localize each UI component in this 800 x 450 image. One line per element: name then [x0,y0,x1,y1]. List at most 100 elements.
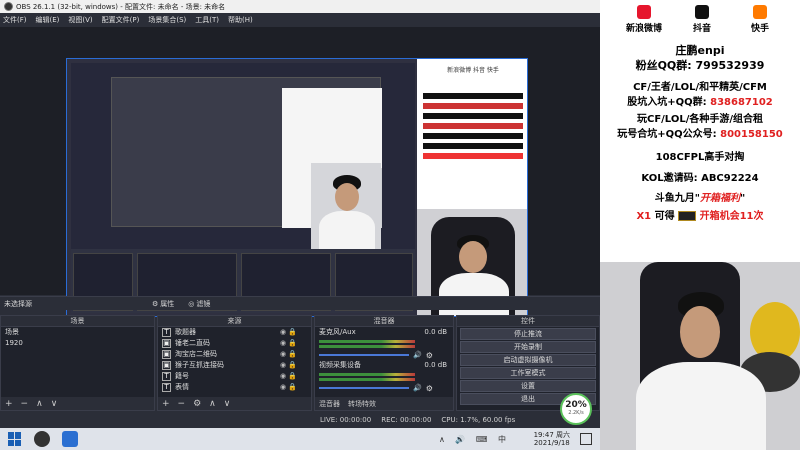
volume-slider[interactable] [319,354,409,356]
move-down-icon[interactable]: ∨ [224,399,231,409]
eye-icon[interactable]: ◉ 🔒 [280,360,297,371]
image-source-icon: ▣ [162,361,171,370]
menu-view[interactable]: 视图(V) [68,15,92,25]
move-up-icon[interactable]: ∧ [209,399,216,409]
streamer-name: 庄鹏enpi [675,44,725,57]
filters-button[interactable]: 滤镜 [196,299,210,309]
overlay-line-3: 玩CF/LOL/各种手游/组合租 [636,114,763,125]
eye-icon[interactable]: ◉ 🔒 [280,371,297,382]
title-bar: OBS 26.1.1 (32-bit, windows) - 配置文件: 未命名… [0,0,600,13]
stop-streaming-button[interactable]: 停止推流 [460,328,596,340]
app-taskbar-icon[interactable] [62,431,78,447]
obs-window: OBS 26.1.1 (32-bit, windows) - 配置文件: 未命名… [0,0,600,428]
audio-meter [319,340,415,343]
source-item[interactable]: ▣ 淘宝店二维码 ◉ 🔒 [158,349,311,360]
fan-qq: 粉丝QQ群: 799532939 [635,59,765,72]
speaker-icon[interactable]: 🔊 [413,384,422,392]
speaker-icon[interactable]: 🔊 [413,351,422,359]
virtual-camera-button[interactable]: 启动虚拟摄像机 [460,354,596,366]
eye-icon[interactable]: ◉ 🔒 [280,327,297,338]
source-item[interactable]: T 表情 ◉ 🔒 [158,382,311,393]
menu-file[interactable]: 文件(F) [3,15,27,25]
cpu-status: CPU: 1.7%, 60.00 fps [441,415,516,424]
text-source-icon: T [162,328,171,337]
studio-mode-button[interactable]: 工作室模式 [460,367,596,379]
clock[interactable]: 19:47 周六 2021/9/18 [534,431,570,447]
source-item[interactable]: ▣ 猴子互抓连接码 ◉ 🔒 [158,360,311,371]
tab-mixer[interactable]: 混音器 [319,399,340,409]
tray-icons[interactable]: ∧ 🔊 ⌨ 中 [439,434,510,445]
douyin-social: 抖音 [672,3,732,37]
move-down-icon[interactable]: ∨ [51,399,58,409]
kuaishou-icon [753,5,767,19]
menu-tools[interactable]: 工具(T) [195,15,219,25]
mixer-header: 混音器 [315,316,453,327]
add-source-icon[interactable]: + [162,399,170,409]
mixer-channel-name: 视频采集设备 [319,361,361,369]
settings-button[interactable]: 设置 [460,380,596,392]
obs-logo-icon [4,2,13,11]
move-up-icon[interactable]: ∧ [36,399,43,409]
gear-icon: ⚙ [152,299,159,308]
eye-icon[interactable]: ◉ 🔒 [280,382,297,393]
menu-scene-collection[interactable]: 场景集合(S) [148,15,186,25]
selected-source-label: 未选择源 [4,299,32,308]
controls-header: 控件 [457,316,599,327]
source-item[interactable]: T 籍号 ◉ 🔒 [158,371,311,382]
windows-start-icon[interactable] [8,432,22,446]
overlay-line-6: KOL邀请码: ABC92224 [641,173,759,184]
scene-item[interactable]: 1920 [1,338,154,349]
tab-transitions[interactable]: 转场特效 [348,399,376,409]
stream-overlay: 新浪微博 抖音 快手 庄鹏enpi 粉丝QQ群: 799532939 CF/王者… [600,0,800,262]
preview-canvas[interactable]: 新浪微博 抖音 快手 [66,58,528,317]
volume-slider[interactable] [319,387,409,389]
cpu-badge: 20% 2.2K/s [560,393,592,425]
gear-icon[interactable]: ⚙ [426,384,433,393]
scene-item[interactable]: 场景 [1,327,154,338]
overlay-line-7: 斗鱼九月"开箱福利" [654,193,746,204]
eye-icon[interactable]: ◉ 🔒 [280,349,297,360]
taskbar: ∧ 🔊 ⌨ 中 19:47 周六 2021/9/18 [0,428,600,450]
status-bar: LIVE: 00:00:00 REC: 00:00:00 CPU: 1.7%, … [0,411,600,428]
add-scene-icon[interactable]: + [5,399,13,409]
menu-help[interactable]: 帮助(H) [228,15,253,25]
douyin-icon [695,5,709,19]
overlay-line-5: 108CFPL高手对掏 [655,152,745,163]
weibo-icon [637,5,651,19]
nested-obs-preview [71,63,415,313]
sources-header: 来源 [158,316,311,327]
scenes-header: 场景 [1,316,154,327]
remove-scene-icon[interactable]: − [21,399,29,409]
overlay-line-8: X1 可得 开箱机会11次 [636,211,764,222]
eye-icon[interactable]: ◉ 🔒 [280,338,297,349]
gear-icon[interactable]: ⚙ [426,351,433,360]
kuaishou-social: 快手 [730,3,790,37]
text-source-icon: T [162,383,171,392]
image-source-icon: ▣ [162,339,171,348]
mixer-channel-name: 麦克风/Aux [319,328,356,336]
source-item[interactable]: ▣ 锤老二直码 ◉ 🔒 [158,338,311,349]
obs-taskbar-icon[interactable] [34,431,50,447]
menu-bar: 文件(F) 编辑(E) 视图(V) 配置文件(P) 场景集合(S) 工具(T) … [0,13,600,27]
audio-meter [319,345,415,348]
notification-icon[interactable] [580,433,592,445]
treasure-box-icon [678,211,697,221]
overlay-line-2: 股坑入坑+QQ群: 838687102 [627,97,773,108]
image-source-icon: ▣ [162,350,171,359]
gear-icon[interactable]: ⚙ [193,399,201,409]
menu-edit[interactable]: 编辑(E) [36,15,60,25]
preview-area[interactable]: 新浪微博 抖音 快手 [0,27,600,317]
webcam-feed [600,262,800,450]
audio-meter [319,378,415,381]
start-recording-button[interactable]: 开始录制 [460,341,596,353]
screen: OBS 26.1.1 (32-bit, windows) - 配置文件: 未命名… [0,0,800,450]
window-title: OBS 26.1.1 (32-bit, windows) - 配置文件: 未命名… [16,2,226,11]
overlay-line-4: 玩号合坑+QQ公众号: 800158150 [617,129,783,140]
overlay-line-1: CF/王者/LOL/和平精英/CFM [633,82,767,93]
audio-meter [319,373,415,376]
menu-profile[interactable]: 配置文件(P) [102,15,140,25]
properties-button[interactable]: 属性 [160,299,174,309]
source-item[interactable]: T 歌题器 ◉ 🔒 [158,327,311,338]
mixer-dock: 混音器 麦克风/Aux0.0 dB 🔊 ⚙ 视频采集设备0.0 dB 🔊 ⚙ [314,315,454,411]
remove-source-icon[interactable]: − [178,399,186,409]
